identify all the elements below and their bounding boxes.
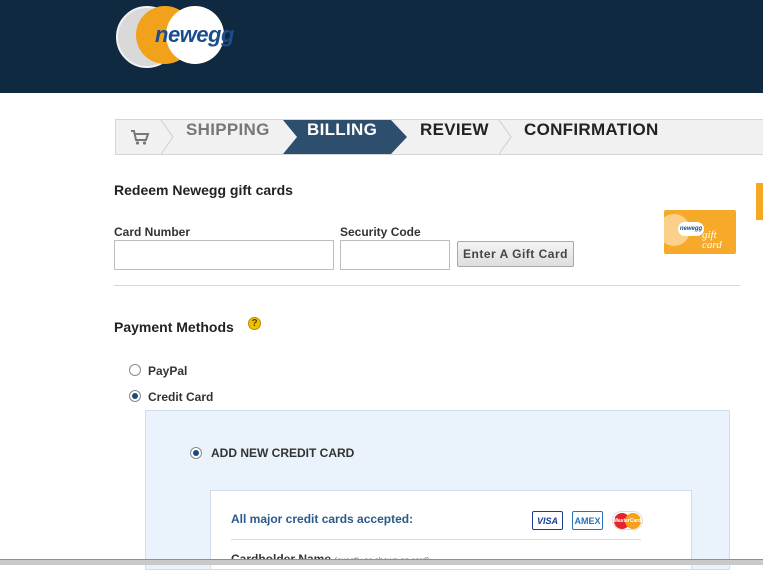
section-divider <box>114 285 740 286</box>
card-number-label: Card Number <box>114 225 191 239</box>
paypal-radio[interactable] <box>129 364 141 376</box>
gift-card-title: Redeem Newegg gift cards <box>114 182 293 198</box>
amex-icon: AMEX <box>572 511 603 530</box>
newegg-logo[interactable]: newegg <box>112 2 252 68</box>
mastercard-text: MasterCard <box>613 518 642 524</box>
gift-card-image: newegg gift card <box>664 210 736 254</box>
shopping-cart-icon <box>131 130 150 145</box>
security-code-label: Security Code <box>340 225 421 239</box>
step-review[interactable]: REVIEW <box>420 120 489 154</box>
add-new-card-label[interactable]: ADD NEW CREDIT CARD <box>211 446 354 460</box>
form-divider <box>231 539 641 540</box>
mastercard-icon: MasterCard <box>612 511 643 530</box>
step-separator <box>160 120 174 154</box>
step-separator <box>498 120 512 154</box>
logo-text: newegg <box>155 22 234 47</box>
visa-icon: VISA <box>532 511 563 530</box>
step-confirmation[interactable]: CONFIRMATION <box>524 120 659 154</box>
add-new-card-radio[interactable] <box>190 447 202 459</box>
site-header: newegg <box>0 0 763 93</box>
accepted-cards-text: All major credit cards accepted: <box>231 512 414 526</box>
taskbar-edge <box>0 559 763 565</box>
credit-card-label[interactable]: Credit Card <box>148 390 213 404</box>
gift-card-logo: newegg <box>678 222 704 236</box>
credit-card-radio[interactable] <box>129 390 141 402</box>
card-number-input[interactable] <box>114 240 334 270</box>
security-code-input[interactable] <box>340 240 450 270</box>
feedback-tab[interactable] <box>756 183 763 220</box>
checkout-steps: SHIPPING BILLING REVIEW CONFIRMATION <box>115 119 763 155</box>
gift-card-text: gift card <box>702 229 722 251</box>
enter-gift-card-button[interactable]: Enter A Gift Card <box>457 241 574 267</box>
step-billing-active[interactable]: BILLING <box>307 120 377 154</box>
help-icon[interactable]: ? <box>248 317 261 330</box>
payment-methods-title: Payment Methods <box>114 319 234 335</box>
step-shipping[interactable]: SHIPPING <box>186 120 270 154</box>
paypal-label[interactable]: PayPal <box>148 364 187 378</box>
